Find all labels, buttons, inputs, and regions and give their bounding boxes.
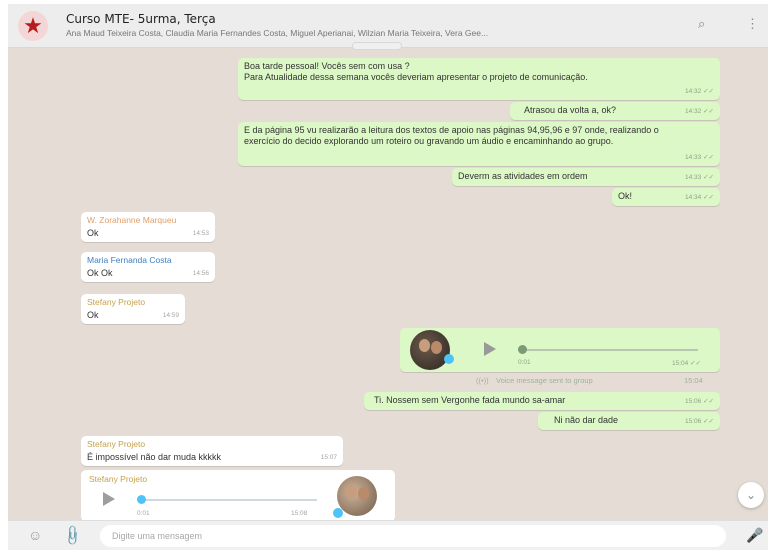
- sender-avatar: [337, 476, 377, 516]
- attach-clip-icon[interactable]: 📎: [61, 523, 85, 547]
- compose-bar: ☺ 📎 🎤: [8, 520, 768, 550]
- message-time: 14:33 ✓✓: [685, 174, 714, 181]
- play-icon[interactable]: [103, 492, 115, 506]
- voice-message-in[interactable]: Stefany Projeto 0:01 15:08: [81, 470, 395, 522]
- kebab-menu-icon[interactable]: ⋮: [746, 16, 759, 32]
- message-in[interactable]: Stefany Projeto Ok 14:59: [81, 294, 185, 324]
- audio-progress-track[interactable]: [518, 349, 698, 351]
- sender-name[interactable]: W. Zorahanne Marqueu: [87, 215, 209, 226]
- message-text: Boa tarde pessoal! Vocês sem com usa ? P…: [244, 61, 588, 82]
- message-time: 14:32 ✓✓: [685, 108, 714, 115]
- message-time: 14:34 ✓✓: [685, 194, 714, 201]
- message-out[interactable]: E da página 95 vu realizarão a leitura d…: [238, 122, 720, 166]
- mic-icon: [333, 508, 343, 518]
- play-icon[interactable]: [484, 342, 496, 356]
- star-logo-icon: ★: [23, 13, 43, 38]
- message-in[interactable]: Stefany Projeto É impossível não dar mud…: [81, 436, 343, 466]
- sender-name[interactable]: Stefany Projeto: [87, 297, 179, 308]
- message-time: 15:08: [291, 510, 308, 517]
- search-icon[interactable]: ⌕: [698, 16, 705, 32]
- message-input[interactable]: [100, 525, 726, 547]
- message-time: 14:32 ✓✓: [685, 88, 714, 95]
- message-text: Ok Ok: [87, 268, 113, 278]
- message-out[interactable]: Ti. Nossem sem Vergonhe fada mundo sa-am…: [364, 392, 720, 410]
- note-text: Voice message sent to group: [496, 376, 593, 385]
- date-pill: [352, 42, 402, 50]
- note-time: 15:04: [684, 376, 703, 385]
- message-text: Ok: [87, 228, 99, 238]
- message-time: 14:56: [192, 270, 209, 277]
- message-time: 15:04 ✓✓: [672, 360, 701, 367]
- voice-sent-note: ((•)) Voice message sent to group 15:04: [470, 372, 720, 388]
- message-out[interactable]: Ni não dar dade 15:06 ✓✓: [538, 412, 720, 430]
- emoji-icon[interactable]: ☺: [28, 527, 42, 543]
- message-out[interactable]: Ok! 14:34 ✓✓: [612, 188, 720, 206]
- group-members: Ana Maud Teixeira Costa, Claudia Maria F…: [66, 28, 489, 38]
- message-out[interactable]: Atrasou da volta a, ok? 14:32 ✓✓: [510, 102, 720, 120]
- message-out[interactable]: Boa tarde pessoal! Vocês sem com usa ? P…: [238, 58, 720, 100]
- audio-duration: 0:01: [137, 510, 150, 517]
- message-time: 14:33 ✓✓: [685, 154, 714, 161]
- sender-name[interactable]: Maria Fernanda Costa: [87, 255, 209, 266]
- message-text: É impossível não dar muda kkkkk: [87, 452, 222, 462]
- scroll-down-button[interactable]: ⌄: [738, 482, 764, 508]
- audio-progress-track[interactable]: [137, 499, 317, 501]
- audio-duration: 0:01: [518, 359, 531, 366]
- message-in[interactable]: W. Zorahanne Marqueu Ok 14:53: [81, 212, 215, 242]
- group-title[interactable]: Curso MTE- 5urma, Terça: [66, 12, 216, 26]
- message-time: 14:53: [192, 230, 209, 237]
- message-out[interactable]: Deverm as atividades em ordem 14:33 ✓✓: [452, 168, 720, 186]
- sender-name[interactable]: Stefany Projeto: [89, 474, 147, 484]
- audio-progress-thumb[interactable]: [518, 345, 527, 354]
- mic-icon: [444, 354, 454, 364]
- voice-waves-icon: ((•)): [476, 376, 489, 385]
- message-text: Deverm as atividades em ordem: [458, 171, 588, 181]
- message-time: 15:06 ✓✓: [685, 398, 714, 405]
- audio-progress-thumb[interactable]: [137, 495, 146, 504]
- chat-window: ★ Curso MTE- 5urma, Terça Ana Maud Teixe…: [8, 4, 768, 550]
- voice-message-out[interactable]: 0:01 15:04 ✓✓: [400, 328, 720, 372]
- message-in[interactable]: Maria Fernanda Costa Ok Ok 14:56: [81, 252, 215, 282]
- microphone-icon[interactable]: 🎤: [746, 527, 763, 544]
- message-text: E da página 95 vu realizarão a leitura d…: [244, 125, 659, 146]
- chevron-down-icon: ⌄: [745, 488, 757, 502]
- message-time: 14:59: [162, 312, 179, 319]
- message-time: 15:07: [320, 454, 337, 461]
- sender-name[interactable]: Stefany Projeto: [87, 439, 337, 450]
- message-text: Ti. Nossem sem Vergonhe fada mundo sa-am…: [374, 395, 566, 405]
- message-time: 15:06 ✓✓: [685, 418, 714, 425]
- sender-avatar: [410, 330, 450, 370]
- group-avatar[interactable]: ★: [18, 11, 48, 41]
